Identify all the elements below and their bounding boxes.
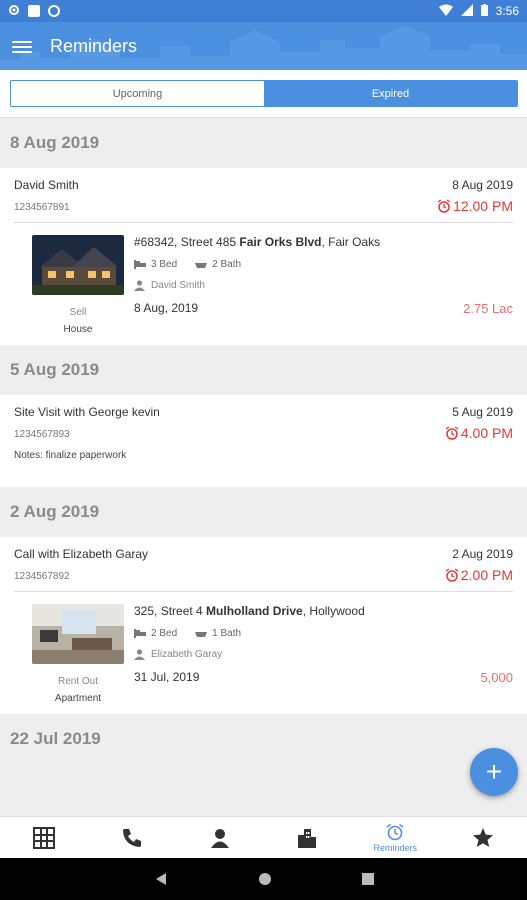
hamburger-icon[interactable] [12, 38, 32, 54]
alarm-icon [445, 568, 459, 582]
bath-icon [195, 263, 208, 268]
back-icon[interactable] [154, 872, 168, 886]
battery-icon [480, 3, 488, 19]
property-summary[interactable]: Rent Out Apartment 325, Street 4 Mulholl… [14, 604, 513, 704]
property-summary[interactable]: Sell House #68342, Street 485 Fair Orks … [14, 235, 513, 335]
person-icon [210, 828, 229, 848]
segmented-tabs: Upcoming Expired [10, 80, 518, 107]
property-agent: Elizabeth Garay [151, 649, 223, 660]
address-city: , Fair Oaks [321, 235, 381, 249]
property-price: 5,000 [480, 670, 513, 685]
reminder-title: Call with Elizabeth Garay [14, 547, 149, 561]
nav-dashboard[interactable] [0, 817, 88, 858]
home-icon[interactable] [258, 872, 272, 886]
reminder-time-text: 4.00 PM [460, 425, 513, 441]
property-deal: Rent Out [57, 676, 99, 687]
sd-card-icon [28, 5, 40, 17]
reminder-card[interactable]: Site Visit with George kevin 1234567893 … [0, 395, 527, 487]
nav-properties[interactable] [263, 817, 351, 858]
reminder-time-text: 2.00 PM [460, 567, 513, 583]
tab-expired[interactable]: Expired [264, 81, 517, 106]
bed-icon [134, 629, 146, 638]
date-header: 2 Aug 2019 [0, 487, 527, 537]
property-photo [32, 235, 124, 295]
reminder-list[interactable]: 8 Aug 2019 David Smith 1234567891 8 Aug … [0, 118, 527, 816]
reminder-time: 4.00 PM [445, 425, 513, 441]
reminder-title: David Smith [14, 178, 79, 192]
reminder-phone: 1234567893 [14, 429, 70, 440]
property-type: House [63, 324, 93, 335]
add-reminder-button[interactable]: + [470, 748, 518, 796]
bed-icon [134, 260, 146, 269]
nav-favorites[interactable] [439, 817, 527, 858]
nav-contacts[interactable] [176, 817, 264, 858]
reminder-notes: Notes: finalize paperwork [14, 450, 127, 461]
reminder-card[interactable]: David Smith 1234567891 8 Aug 2019 12.00 … [0, 168, 527, 345]
app-bar: Reminders [0, 22, 527, 70]
alarm-icon [437, 199, 451, 213]
circle-icon [48, 5, 60, 17]
buildings-icon [298, 828, 317, 848]
page-title: Reminders [50, 35, 138, 56]
reminder-card[interactable]: Call with Elizabeth Garay 1234567892 2 A… [0, 537, 527, 714]
person-icon [134, 649, 145, 660]
property-baths: 1 Bath [212, 628, 242, 639]
divider [14, 222, 513, 223]
date-header: 22 Jul 2019 [0, 714, 527, 764]
property-photo [32, 604, 124, 664]
date-header: 8 Aug 2019 [0, 118, 527, 168]
property-listed-date: 8 Aug, 2019 [134, 301, 199, 315]
divider [14, 591, 513, 592]
property-type: Apartment [54, 693, 102, 704]
gear-icon [8, 4, 20, 19]
phone-icon [122, 828, 141, 847]
wifi-icon [438, 4, 453, 19]
property-agent: David Smith [151, 280, 205, 291]
tab-upcoming[interactable]: Upcoming [11, 81, 264, 106]
property-baths: 2 Bath [212, 259, 242, 270]
bottom-nav: Reminders [0, 816, 527, 858]
property-deal: Sell [69, 307, 87, 318]
property-address: 325, Street 4 Mulholland Drive, Hollywoo… [134, 604, 513, 618]
signal-icon [460, 3, 473, 19]
alarm-icon [445, 426, 459, 440]
property-listed-date: 31 Jul, 2019 [134, 670, 200, 684]
reminder-time: 12.00 PM [437, 198, 513, 214]
date-header: 5 Aug 2019 [0, 345, 527, 395]
system-nav-bar [0, 858, 527, 900]
address-street: #68342, Street 485 [134, 235, 240, 249]
reminder-title: Site Visit with George kevin [14, 405, 160, 419]
grid-icon [32, 826, 55, 849]
address-city: , Hollywood [302, 604, 365, 618]
star-icon [473, 827, 494, 847]
nav-reminders-label: Reminders [373, 842, 417, 853]
address-road: Fair Orks Blvd [239, 235, 322, 249]
alarm-icon [386, 823, 404, 840]
property-beds: 3 Bed [151, 259, 178, 270]
reminder-time-text: 12.00 PM [453, 198, 513, 214]
person-icon [134, 280, 145, 291]
reminder-date: 5 Aug 2019 [452, 405, 513, 419]
address-road: Mulholland Drive [206, 604, 303, 618]
reminder-date: 8 Aug 2019 [452, 178, 513, 192]
nav-calls[interactable] [88, 817, 176, 858]
reminder-time: 2.00 PM [445, 567, 513, 583]
recents-icon[interactable] [361, 873, 374, 885]
address-street: 325, Street 4 [134, 604, 207, 618]
property-beds: 2 Bed [151, 628, 178, 639]
reminder-date: 2 Aug 2019 [452, 547, 513, 561]
tab-bar: Upcoming Expired [0, 70, 527, 118]
property-price: 2.75 Lac [463, 301, 513, 316]
property-address: #68342, Street 485 Fair Orks Blvd, Fair … [134, 235, 513, 249]
nav-reminders[interactable]: Reminders [351, 817, 439, 858]
reminder-phone: 1234567891 [14, 202, 70, 213]
status-time: 3:56 [495, 4, 519, 18]
status-bar: 3:56 [0, 0, 527, 22]
reminder-phone: 1234567892 [14, 571, 70, 582]
bath-icon [195, 632, 208, 637]
